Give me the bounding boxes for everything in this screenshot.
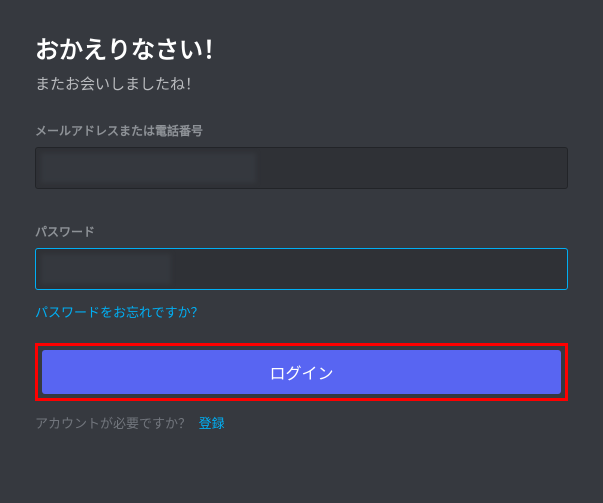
obscured-content — [41, 254, 171, 284]
page-title: おかえりなさい！ — [35, 30, 568, 65]
login-button[interactable]: ログイン — [42, 350, 561, 394]
need-account-text: アカウントが必要ですか？ — [35, 416, 191, 431]
email-label: メールアドレスまたは電話番号 — [35, 122, 568, 139]
forgot-password-link[interactable]: パスワードをお忘れですか？ — [35, 302, 204, 321]
register-link[interactable]: 登録 — [199, 416, 225, 431]
page-subtitle: またお会いしましたね！ — [35, 73, 568, 94]
register-row: アカウントが必要ですか？ 登録 — [35, 413, 568, 432]
password-label: パスワード — [35, 223, 568, 240]
obscured-content — [41, 153, 256, 183]
login-button-highlight: ログイン — [35, 343, 568, 401]
password-input-wrapper — [35, 248, 568, 302]
email-input-wrapper — [35, 147, 568, 201]
